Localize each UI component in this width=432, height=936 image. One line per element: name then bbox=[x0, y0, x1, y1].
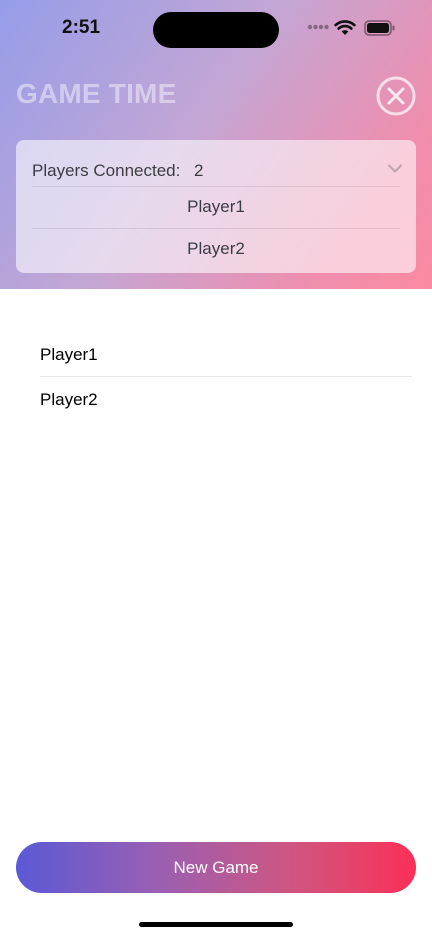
chevron-down-icon[interactable] bbox=[388, 164, 402, 173]
players-connected-label: Players Connected: bbox=[32, 161, 181, 180]
connected-player-item: Player2 bbox=[187, 239, 245, 258]
player-list-item[interactable]: Player2 bbox=[40, 390, 98, 410]
players-connected-card: Players Connected: 2 Player1 Player2 bbox=[16, 140, 416, 273]
wifi-icon bbox=[334, 20, 356, 35]
connected-player-item: Player1 bbox=[187, 197, 245, 216]
divider bbox=[32, 186, 400, 187]
dynamic-island bbox=[153, 12, 279, 48]
close-icon[interactable] bbox=[376, 76, 416, 116]
home-indicator[interactable] bbox=[139, 922, 293, 927]
new-game-label: New Game bbox=[173, 857, 259, 877]
players-connected-header[interactable]: Players Connected: 2 bbox=[32, 159, 402, 181]
status-time: 2:51 bbox=[62, 17, 101, 38]
battery-icon bbox=[364, 20, 395, 36]
player-list-item[interactable]: Player1 bbox=[40, 345, 98, 365]
page-title: GAME TIME bbox=[16, 78, 177, 109]
signal-dots-icon bbox=[307, 24, 329, 30]
list-divider bbox=[40, 376, 412, 377]
divider bbox=[32, 228, 400, 229]
new-game-button[interactable]: New Game bbox=[16, 842, 416, 893]
players-connected-count: 2 bbox=[194, 161, 204, 180]
